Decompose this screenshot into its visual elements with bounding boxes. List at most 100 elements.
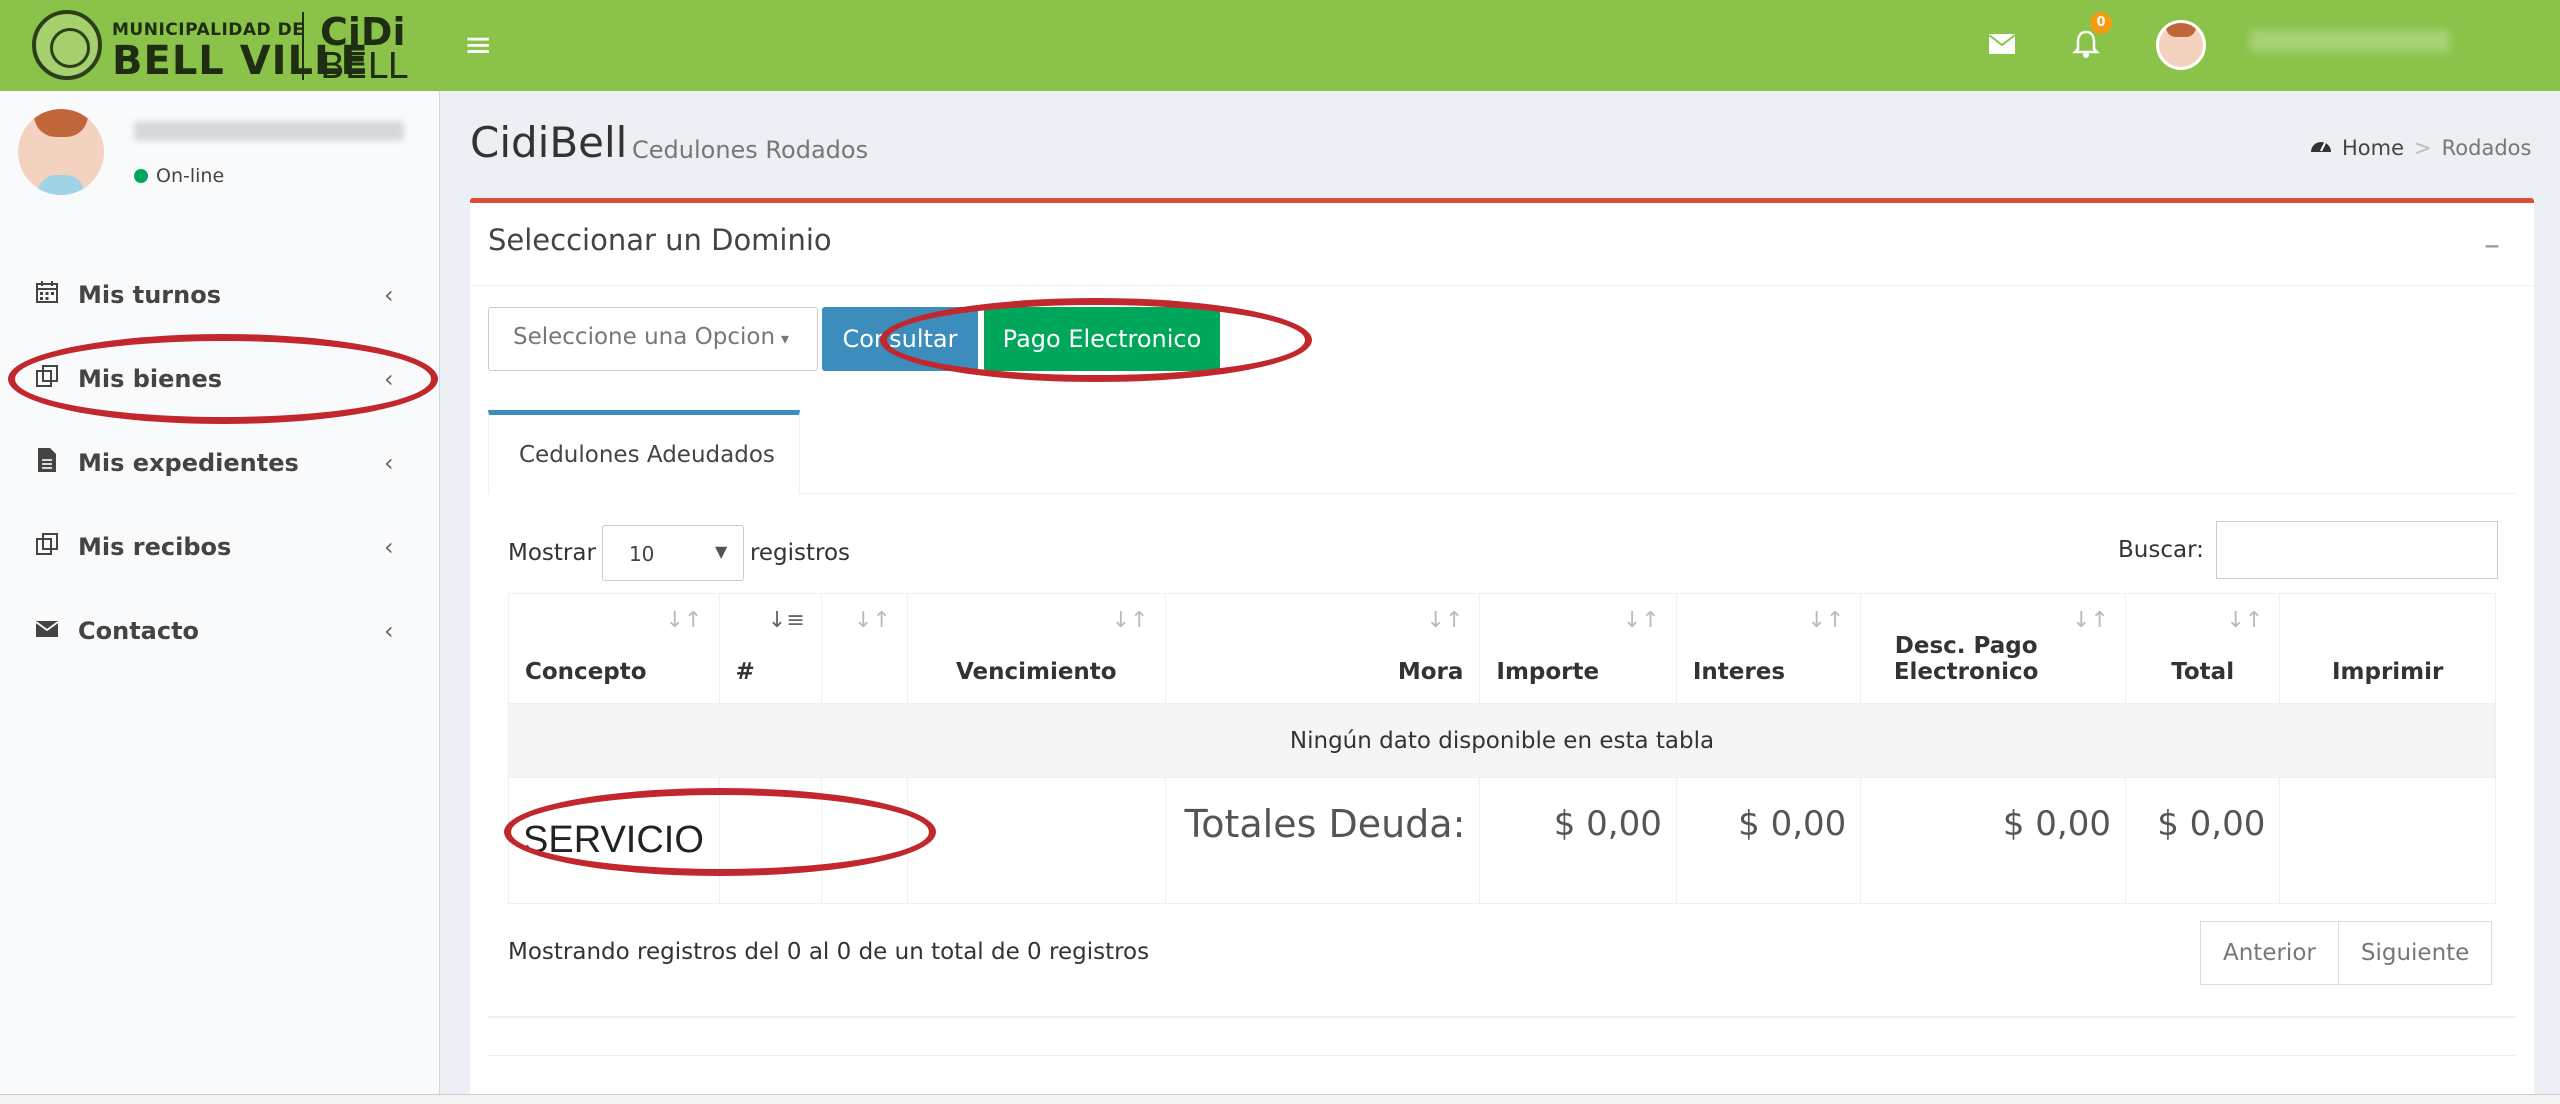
user-name-blurred[interactable] — [2250, 30, 2450, 52]
logo-divider — [302, 12, 304, 80]
cedulones-table: ↓↑ Concepto ↓≡ # ↓↑ ↓↑ Vencimiento ↓↑ Mora ↓… — [508, 593, 2496, 904]
sort-desc-icon: ↓≡ — [767, 608, 805, 633]
sidebar: On-line Mis turnos ‹ Mis bienes ‹ Mis ex… — [0, 91, 440, 1095]
consultar-button[interactable]: Consultar — [822, 307, 978, 371]
tab-cedulones-adeudados[interactable]: Cedulones Adeudados — [488, 410, 800, 494]
dashboard-icon — [2310, 136, 2332, 160]
clone-icon — [32, 532, 62, 562]
chevron-left-icon: ‹ — [384, 365, 394, 393]
sidebar-avatar — [18, 109, 104, 195]
box-header-divider — [470, 285, 2534, 286]
table-cell — [718, 777, 822, 904]
logo-bell-text: BELL — [320, 46, 408, 87]
sidebar-item-mis-recibos[interactable]: Mis recibos ‹ — [0, 505, 440, 589]
sort-icon: ↓↑ — [2226, 608, 2264, 633]
search-input[interactable] — [2215, 521, 2498, 579]
length-control: Mostrar 10 ▼ registros — [508, 525, 850, 581]
length-value: 10 — [628, 542, 655, 566]
col-header-imprimir: Imprimir — [2279, 593, 2496, 704]
sort-icon: ↓↑ — [1426, 608, 1464, 633]
collapse-icon[interactable]: – — [2484, 225, 2500, 263]
dominio-select[interactable]: Seleccione una Opcion ▾ — [488, 307, 818, 371]
box-title: Seleccionar un Dominio — [488, 223, 832, 257]
col-header-total[interactable]: ↓↑ Total — [2124, 593, 2281, 704]
seal-icon — [32, 10, 102, 80]
sort-icon: ↓↑ — [665, 608, 703, 633]
col-header-label: Mora — [1397, 659, 1464, 685]
user-status-text: On-line — [156, 165, 225, 187]
col-header-blank[interactable]: ↓↑ — [820, 593, 908, 704]
col-header-importe[interactable]: ↓↑ Importe — [1479, 593, 1677, 704]
col-header-label: Imprimir — [2331, 659, 2444, 685]
divider — [488, 1055, 2516, 1056]
col-header-label: # — [735, 659, 755, 685]
envelope-icon — [32, 617, 62, 645]
empty-message: Ningún dato disponible en esta tabla — [508, 703, 2496, 778]
sidebar-item-mis-turnos[interactable]: Mis turnos ‹ — [0, 253, 440, 337]
sort-icon: ↓↑ — [1623, 608, 1660, 633]
col-header-mora[interactable]: ↓↑ Mora — [1164, 593, 1481, 704]
breadcrumb-current: Rodados — [2441, 136, 2532, 160]
sidebar-item-mis-expedientes[interactable]: Mis expedientes ‹ — [0, 421, 440, 505]
col-header-label: Importe — [1496, 659, 1600, 685]
caret-down-icon: ▾ — [781, 329, 790, 348]
buscar-label: Buscar: — [2118, 537, 2204, 563]
menu-toggle-icon[interactable]: ≡ — [464, 26, 496, 64]
municipality-logo[interactable]: MUNICIPALIDAD DE BELL VILLE CiDi BELL — [0, 0, 438, 91]
totals-concepto: SERVICIO — [508, 777, 720, 904]
table-header-row: ↓↑ Concepto ↓≡ # ↓↑ ↓↑ Vencimiento ↓↑ Mora ↓… — [508, 593, 2496, 704]
sort-icon: ↓↑ — [2072, 608, 2109, 633]
totals-total: $ 0,00 — [2124, 777, 2281, 904]
page-title: CidiBell — [470, 118, 628, 167]
table-empty-row: Ningún dato disponible en esta tabla — [508, 703, 2496, 778]
col-header-label: Desc. Pago Electronico — [1893, 633, 2039, 685]
caret-down-icon: ▼ — [714, 542, 728, 561]
table-cell — [2279, 777, 2496, 904]
mostrar-label: Mostrar — [508, 540, 596, 566]
user-status: On-line — [134, 165, 224, 187]
table-info: Mostrando registros del 0 al 0 de un tot… — [508, 939, 1150, 965]
breadcrumb-home-link[interactable]: Home — [2342, 136, 2404, 160]
col-header-label: Vencimiento — [955, 659, 1117, 685]
col-header-interes[interactable]: ↓↑ Interes — [1675, 593, 1862, 704]
length-select[interactable]: 10 ▼ — [601, 525, 744, 581]
col-header-desc-pago[interactable]: ↓↑ Desc. Pago Electronico — [1860, 593, 2126, 704]
totals-interes: $ 0,00 — [1675, 777, 1862, 904]
pagination-previous-button[interactable]: Anterior — [2200, 921, 2339, 985]
pagination-next-button[interactable]: Siguiente — [2338, 921, 2493, 985]
chevron-left-icon: ‹ — [384, 617, 394, 645]
sort-icon: ↓↑ — [1111, 608, 1149, 633]
page-bottom-edge — [0, 1094, 2560, 1104]
clone-icon — [32, 364, 62, 394]
sidebar-item-label: Mis bienes — [78, 365, 223, 393]
col-header-vencimiento[interactable]: ↓↑ Vencimiento — [906, 593, 1166, 704]
pago-electronico-button[interactable]: Pago Electronico — [984, 307, 1220, 371]
breadcrumb-separator: > — [2414, 136, 2432, 160]
totals-row: SERVICIO Totales Deuda: $ 0,00 $ 0,00 $ … — [508, 777, 2496, 904]
page-subtitle: Cedulones Rodados — [632, 136, 869, 164]
registros-label: registros — [749, 540, 851, 566]
totals-desc: $ 0,00 — [1860, 777, 2126, 904]
mail-icon[interactable] — [1982, 24, 2022, 64]
dominio-box: Seleccionar un Dominio – Seleccione una … — [470, 198, 2534, 1098]
user-avatar[interactable] — [2156, 20, 2206, 70]
sidebar-item-label: Mis expedientes — [78, 449, 299, 477]
table-cell — [820, 777, 908, 904]
sidebar-item-label: Mis turnos — [78, 281, 222, 309]
sidebar-item-mis-bienes[interactable]: Mis bienes ‹ — [0, 337, 440, 421]
online-dot-icon — [134, 169, 148, 183]
divider — [488, 1016, 2516, 1018]
sidebar-item-label: Contacto — [78, 617, 200, 645]
col-header-number[interactable]: ↓≡ # — [718, 593, 822, 704]
col-header-label: Total — [2171, 659, 2235, 685]
col-header-concepto[interactable]: ↓↑ Concepto — [508, 593, 720, 704]
notification-badge: 0 — [2090, 12, 2112, 34]
top-navbar: MUNICIPALIDAD DE BELL VILLE CiDi BELL ≡ … — [0, 0, 2560, 91]
sidebar-item-contacto[interactable]: Contacto ‹ — [0, 589, 440, 673]
col-header-label: Concepto — [525, 659, 647, 685]
calendar-icon — [32, 280, 62, 310]
totals-label: Totales Deuda: — [1164, 777, 1481, 904]
breadcrumb: Home > Rodados — [2310, 136, 2531, 160]
chevron-left-icon: ‹ — [384, 449, 394, 477]
file-icon — [32, 447, 62, 479]
